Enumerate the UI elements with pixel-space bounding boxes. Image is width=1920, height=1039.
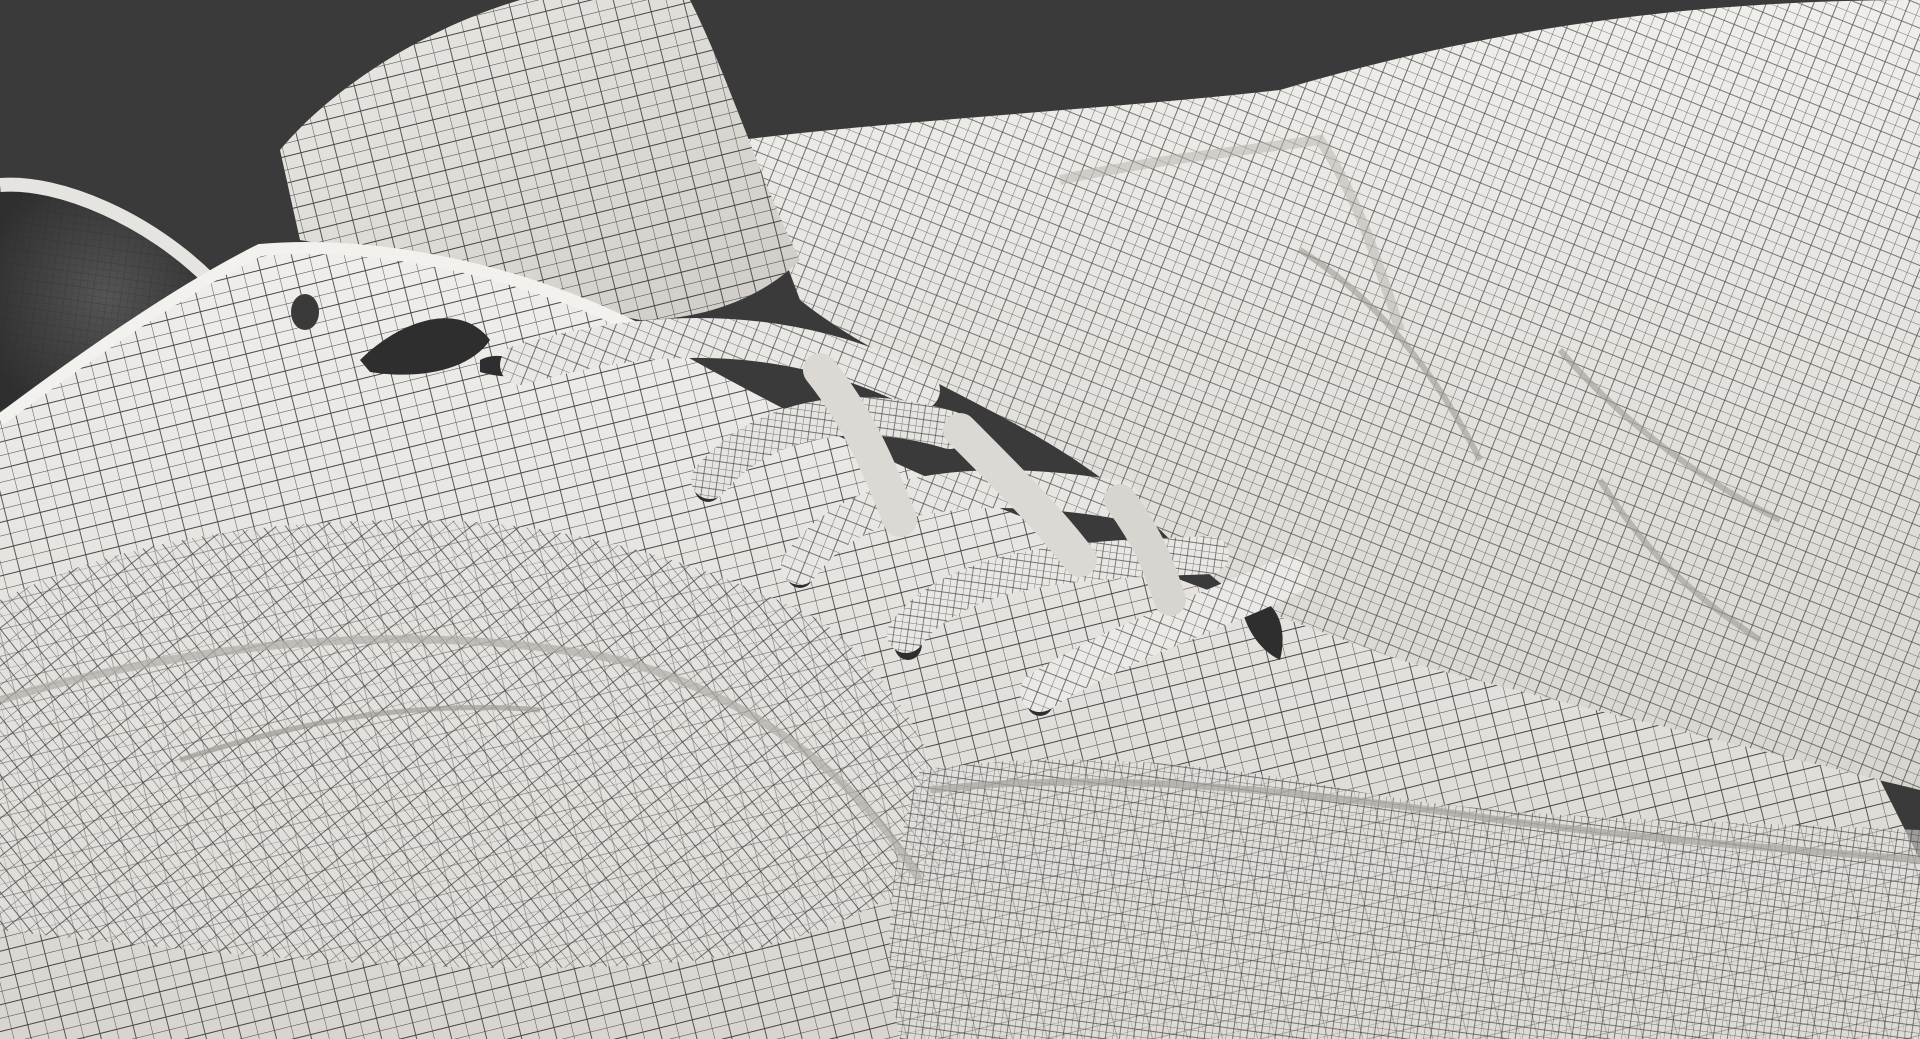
shoe-render [0, 0, 1920, 1039]
eyelet [291, 294, 319, 330]
3d-viewport[interactable] [0, 0, 1920, 1039]
